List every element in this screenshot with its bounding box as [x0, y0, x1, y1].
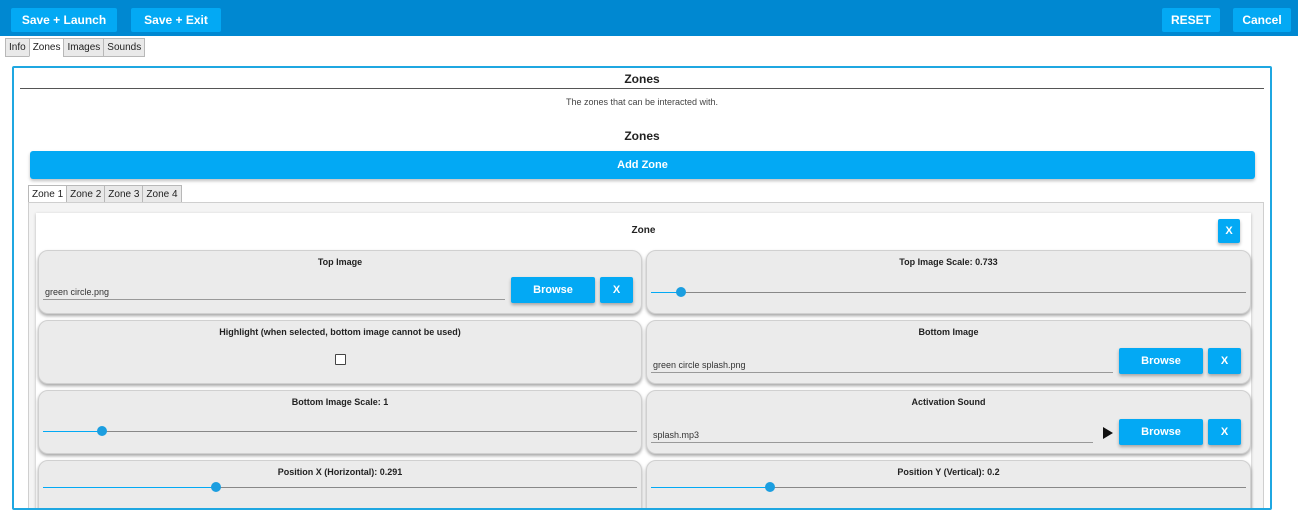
- activation-sound-label: Activation Sound: [911, 397, 986, 407]
- save-launch-button[interactable]: Save + Launch: [11, 8, 117, 32]
- activation-sound-clear-button[interactable]: X: [1208, 419, 1241, 445]
- zone-title: Zone: [631, 225, 656, 236]
- zone-tab-content: Zone X Top Image green circle.png Browse…: [28, 202, 1264, 508]
- remove-zone-button[interactable]: X: [1218, 219, 1240, 243]
- top-image-scale-field: Top Image Scale: 0.733: [646, 250, 1251, 314]
- tab-info[interactable]: Info: [5, 38, 29, 57]
- top-image-label: Top Image: [317, 257, 363, 267]
- top-image-scale-thumb[interactable]: [675, 287, 686, 297]
- position-y-field: Position Y (Vertical): 0.2: [646, 460, 1251, 508]
- bottom-image-browse-button[interactable]: Browse: [1119, 348, 1203, 374]
- position-y-thumb[interactable]: [765, 482, 775, 492]
- position-y-label: Position Y (Vertical): 0.2: [897, 467, 1000, 477]
- activation-sound-input[interactable]: splash.mp3: [651, 426, 1093, 443]
- tab-zones[interactable]: Zones: [28, 38, 64, 57]
- reset-button[interactable]: RESET: [1162, 8, 1220, 32]
- zones-panel: Zones The zones that can be interacted w…: [12, 66, 1272, 510]
- panel-title: Zones: [624, 72, 660, 86]
- bottom-image-scale-field: Bottom Image Scale: 1: [38, 390, 642, 454]
- activation-sound-browse-button[interactable]: Browse: [1119, 419, 1203, 445]
- activation-sound-field: Activation Sound splash.mp3 Browse X: [646, 390, 1251, 454]
- zone-card: Zone X Top Image green circle.png Browse…: [36, 213, 1251, 508]
- position-y-fill: [651, 487, 770, 488]
- position-x-thumb[interactable]: [210, 482, 221, 492]
- position-y-slider[interactable]: [651, 482, 1246, 492]
- title-divider: [20, 88, 1264, 89]
- bottom-image-input[interactable]: green circle splash.png: [651, 356, 1113, 373]
- top-image-field: Top Image green circle.png Browse X: [38, 250, 642, 314]
- top-image-browse-button[interactable]: Browse: [511, 277, 595, 303]
- bottom-image-field: Bottom Image green circle splash.png Bro…: [646, 320, 1251, 384]
- top-toolbar: Save + Launch Save + Exit RESET Cancel: [0, 0, 1298, 36]
- bottom-image-scale-label: Bottom Image Scale: 1: [291, 397, 389, 407]
- zones-list-title: Zones: [624, 129, 660, 143]
- bottom-image-scale-fill: [43, 431, 103, 432]
- save-exit-button[interactable]: Save + Exit: [131, 8, 221, 32]
- position-x-label: Position X (Horizontal): 0.291: [277, 467, 403, 477]
- position-x-fill: [43, 487, 216, 488]
- play-icon[interactable]: [1103, 427, 1113, 439]
- tab-images[interactable]: Images: [63, 38, 104, 57]
- add-zone-button[interactable]: Add Zone: [30, 151, 1255, 179]
- bottom-image-label: Bottom Image: [918, 327, 979, 337]
- bottom-image-scale-slider[interactable]: [43, 426, 637, 436]
- top-image-clear-button[interactable]: X: [600, 277, 633, 303]
- bottom-image-clear-button[interactable]: X: [1208, 348, 1241, 374]
- tab-sounds[interactable]: Sounds: [103, 38, 146, 57]
- top-image-scale-slider[interactable]: [651, 287, 1246, 297]
- panel-description: The zones that can be interacted with.: [565, 97, 719, 107]
- bottom-image-scale-thumb[interactable]: [97, 426, 108, 436]
- position-x-slider[interactable]: [43, 482, 637, 492]
- top-image-input[interactable]: green circle.png: [43, 283, 505, 300]
- highlight-checkbox[interactable]: [335, 354, 346, 365]
- position-x-field: Position X (Horizontal): 0.291: [38, 460, 642, 508]
- top-image-scale-label: Top Image Scale: 0.733: [899, 257, 998, 267]
- highlight-label: Highlight (when selected, bottom image c…: [219, 327, 461, 337]
- cancel-button[interactable]: Cancel: [1233, 8, 1291, 32]
- highlight-field: Highlight (when selected, bottom image c…: [38, 320, 642, 384]
- main-tab-bar: Info Zones Images Sounds: [5, 38, 146, 57]
